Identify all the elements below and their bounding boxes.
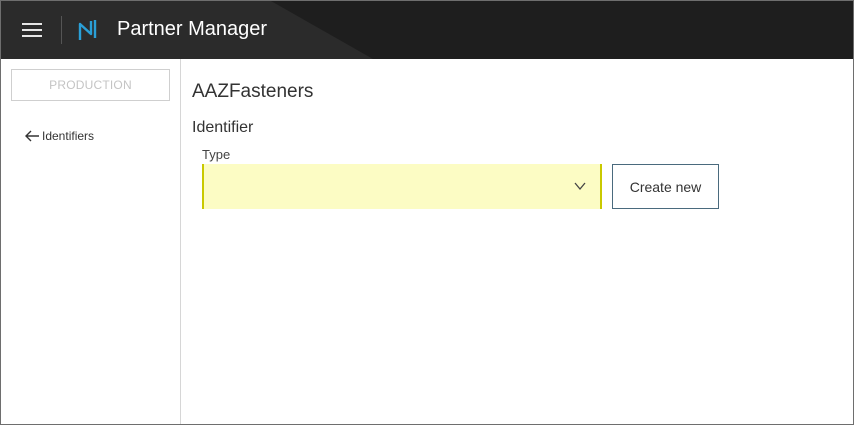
hamburger-menu-icon[interactable] [22, 21, 42, 39]
sidebar: PRODUCTION Identifiers [1, 59, 181, 424]
app-window: Partner Manager PRODUCTION Identifiers A… [0, 0, 854, 425]
arrow-left-icon [25, 130, 39, 142]
section-title: Identifier [192, 119, 254, 136]
back-to-identifiers-link[interactable]: Identifiers [24, 129, 94, 143]
chevron-down-icon [574, 182, 586, 190]
app-title: Partner Manager [117, 18, 268, 40]
header-divider [61, 16, 62, 44]
type-field-label: Type [202, 147, 231, 162]
partner-name-title: AAZFasteners [192, 81, 314, 102]
create-new-button[interactable]: Create new [612, 164, 719, 209]
type-select[interactable] [202, 164, 602, 209]
back-link-label: Identifiers [42, 129, 95, 143]
environment-button[interactable]: PRODUCTION [11, 69, 170, 101]
app-header: Partner Manager [1, 1, 853, 59]
main-content: AAZFasteners Identifier Type Create new [182, 59, 853, 424]
partner-manager-logo-icon [78, 20, 97, 40]
